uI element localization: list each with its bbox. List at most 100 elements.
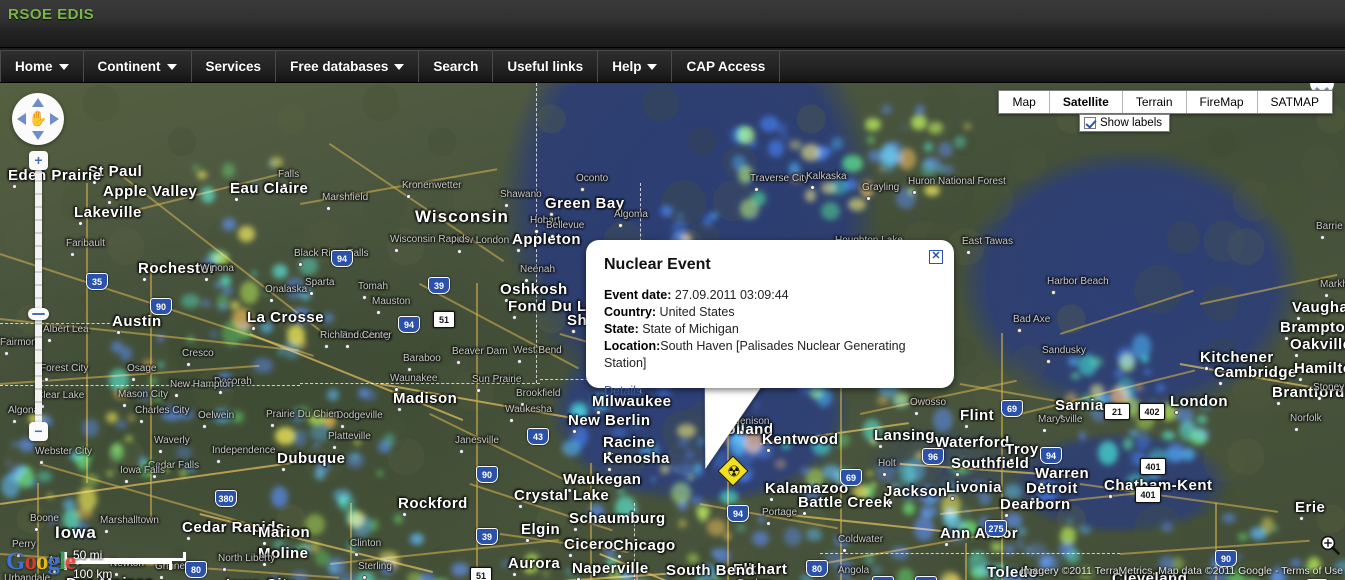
- show-labels-label: Show labels: [1100, 117, 1162, 129]
- radar-cell: [928, 489, 941, 503]
- map-city-dot: [4, 351, 9, 356]
- pan-down-icon[interactable]: [32, 131, 44, 140]
- zoom-in-button[interactable]: +: [29, 151, 48, 170]
- show-labels-checkbox[interactable]: [1084, 117, 1096, 129]
- map-city-dot: [607, 467, 612, 472]
- map-city-dot: [1051, 290, 1056, 295]
- details-link[interactable]: Details: [604, 384, 642, 398]
- radar-cell: [954, 136, 965, 147]
- nav-item-label: Search: [433, 59, 478, 74]
- chevron-down-icon: [167, 64, 177, 70]
- radar-cell: [184, 463, 195, 473]
- nav-item-label: Useful links: [507, 59, 583, 74]
- info-field-row: Event date: 27.09.2011 03:09:44: [604, 287, 936, 304]
- map-city-dot: [914, 411, 919, 416]
- zoom-out-button[interactable]: −: [29, 422, 48, 441]
- radar-cell: [872, 566, 882, 574]
- map-city-dot: [512, 572, 517, 577]
- info-field-label: Event date:: [604, 288, 671, 302]
- map-city-dot: [459, 449, 464, 454]
- radar-cell: [876, 460, 896, 482]
- map-city-dot: [122, 403, 127, 408]
- map-city-dot: [1298, 377, 1303, 382]
- hand-icon[interactable]: ✋: [29, 112, 48, 127]
- radar-cell: [327, 557, 345, 576]
- map-city-dot: [517, 359, 522, 364]
- radar-cell: [933, 408, 952, 431]
- site-logo[interactable]: RSOE EDIS: [8, 6, 94, 23]
- radar-cell: [1199, 400, 1212, 409]
- nav-item-useful-links[interactable]: Useful links: [493, 51, 598, 82]
- radar-cell: [660, 464, 670, 474]
- nav-item-home[interactable]: Home: [0, 51, 84, 82]
- map-city-dot: [456, 360, 461, 365]
- radar-cell: [1136, 432, 1150, 450]
- info-field-label: State:: [604, 322, 639, 336]
- chevron-down-icon: [394, 64, 404, 70]
- close-icon[interactable]: ✕: [929, 250, 943, 264]
- radar-cell: [139, 388, 150, 402]
- map-type-map[interactable]: Map: [999, 91, 1049, 113]
- nav-item-help[interactable]: Help: [598, 51, 672, 82]
- radar-cell: [157, 335, 164, 343]
- radar-cell: [120, 346, 132, 361]
- magnifier-icon[interactable]: [1319, 534, 1341, 556]
- map-city-dot: [39, 460, 44, 465]
- map-type-firemap[interactable]: FireMap: [1187, 91, 1258, 113]
- map-city-dot: [270, 423, 275, 428]
- map-type-satmap[interactable]: SATMAP: [1258, 91, 1332, 113]
- highway-shield-icon: 69: [1001, 400, 1023, 417]
- map-city-dot: [159, 575, 164, 580]
- map-type-satellite[interactable]: Satellite: [1050, 91, 1123, 113]
- map-city-dot: [457, 249, 462, 254]
- radar-cell: [327, 389, 339, 402]
- nav-item-cap-access[interactable]: CAP Access: [672, 51, 780, 82]
- radar-cell: [911, 115, 926, 130]
- show-labels-toggle[interactable]: Show labels: [1079, 114, 1170, 132]
- map-city-dot: [549, 212, 554, 217]
- radar-cell: [213, 409, 231, 424]
- map-type-terrain[interactable]: Terrain: [1123, 91, 1187, 113]
- zoom-slider-handle[interactable]: [28, 308, 49, 320]
- map-viewport[interactable]: Wisconsin Iowa St Paul Green Bay Milwaukee Ma…: [0, 83, 1345, 580]
- highway-shield-icon: 90: [872, 576, 894, 580]
- map-pan-control[interactable]: ✋: [12, 93, 64, 145]
- nav-item-continent[interactable]: Continent: [84, 51, 192, 82]
- radar-cell: [264, 292, 269, 296]
- radar-cell: [27, 479, 38, 487]
- map-city-dot: [866, 196, 871, 201]
- map-zoom-control[interactable]: + −: [26, 151, 50, 441]
- map-type-switcher[interactable]: Map Satellite Terrain FireMap SATMAP: [998, 90, 1333, 114]
- zoom-slider-track[interactable]: [35, 169, 42, 427]
- map-city-dot: [516, 248, 521, 253]
- map-city-dot: [550, 234, 555, 239]
- pan-up-icon[interactable]: [32, 98, 44, 107]
- radar-cell: [1071, 373, 1080, 379]
- nav-item-services[interactable]: Services: [192, 51, 277, 82]
- map-city-dot: [204, 277, 209, 282]
- pan-left-icon[interactable]: [17, 113, 26, 125]
- info-field-label: Location:: [604, 339, 660, 353]
- map-city-dot: [397, 407, 402, 412]
- map-city-dot: [269, 298, 274, 303]
- map-city-dot: [504, 203, 509, 208]
- nav-item-search[interactable]: Search: [419, 51, 493, 82]
- map-attribution[interactable]: Imagery ©2011 TerraMetrics, Map data ©20…: [1021, 565, 1343, 577]
- map-city-dot: [34, 527, 39, 532]
- map-city-dot: [107, 200, 112, 205]
- radar-cell: [1047, 554, 1052, 560]
- map-city-dot: [394, 387, 399, 392]
- radar-cell: [964, 123, 971, 130]
- radar-cell: [181, 294, 200, 308]
- pan-right-icon[interactable]: [50, 113, 59, 125]
- map-city-dot: [1108, 494, 1113, 499]
- radar-cell: [831, 137, 843, 149]
- radar-cell: [176, 446, 191, 459]
- radar-cell: [991, 542, 1003, 552]
- radar-cell: [944, 165, 953, 174]
- radar-cell: [777, 123, 787, 135]
- map-city-dot: [618, 223, 623, 228]
- radar-cell: [821, 147, 832, 155]
- nav-item-free-databases[interactable]: Free databases: [276, 51, 419, 82]
- map-city-dot: [376, 310, 381, 315]
